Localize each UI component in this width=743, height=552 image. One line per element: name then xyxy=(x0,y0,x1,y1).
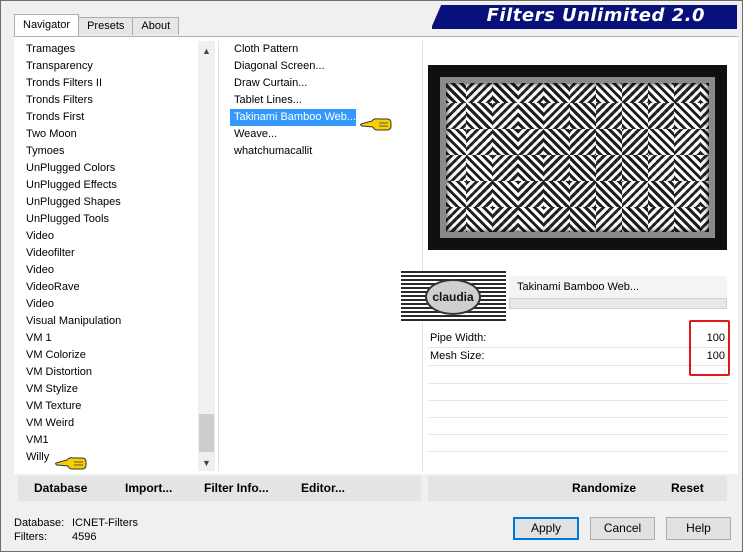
title-banner-underline xyxy=(432,26,737,29)
param-label: Pipe Width: xyxy=(430,332,487,344)
watermark-logo: claudia xyxy=(401,271,506,323)
param-mesh-size[interactable]: Mesh Size: 100 xyxy=(428,348,727,366)
help-button[interactable]: Help xyxy=(666,517,731,540)
scroll-thumb[interactable] xyxy=(199,414,214,452)
category-item[interactable]: UnPlugged Tools xyxy=(18,211,198,228)
database-button[interactable]: Database xyxy=(34,476,87,501)
category-item[interactable]: Video xyxy=(18,262,198,279)
editor-button[interactable]: Editor... xyxy=(301,476,345,501)
category-item[interactable]: UnPlugged Shapes xyxy=(18,194,198,211)
filter-item[interactable]: Draw Curtain... xyxy=(230,75,307,92)
cancel-button[interactable]: Cancel xyxy=(590,517,655,540)
category-item[interactable]: VM Colorize xyxy=(18,347,198,364)
category-item[interactable]: Tronds Filters II xyxy=(18,75,198,92)
logo-text: claudia xyxy=(425,279,481,315)
database-value: ICNET-Filters xyxy=(72,517,138,529)
filter-row: whatchumacallit xyxy=(230,143,420,160)
filter-item-selected[interactable]: Takinami Bamboo Web... xyxy=(230,109,357,126)
param-slot-empty xyxy=(428,434,727,435)
category-item[interactable]: Visual Manipulation xyxy=(18,313,198,330)
tab-presets[interactable]: Presets xyxy=(78,17,134,35)
tab-strip: Navigator Presets About xyxy=(14,14,180,36)
app-title: Filters Unlimited 2.0 xyxy=(486,5,705,26)
pointing-hand-icon xyxy=(55,457,87,470)
param-slot-empty xyxy=(428,451,727,452)
category-item[interactable]: UnPlugged Effects xyxy=(18,177,198,194)
category-item[interactable]: Video xyxy=(18,228,198,245)
param-pipe-width[interactable]: Pipe Width: 100 xyxy=(428,330,727,348)
values-highlight-box xyxy=(689,320,730,376)
reset-button[interactable]: Reset xyxy=(671,476,704,501)
category-list[interactable]: Tramages Transparency Tronds Filters II Tro… xyxy=(18,41,198,471)
category-item[interactable]: VM Distortion xyxy=(18,364,198,381)
param-slot-empty xyxy=(428,400,727,401)
category-item[interactable]: Transparency xyxy=(18,58,198,75)
tab-about[interactable]: About xyxy=(132,17,180,35)
filter-name: Takinami Bamboo Web... xyxy=(517,281,640,293)
filter-info-button[interactable]: Filter Info... xyxy=(204,476,269,501)
category-item[interactable]: VideoRave xyxy=(18,279,198,296)
category-item[interactable]: VM1 xyxy=(18,432,198,449)
preview-divider xyxy=(422,41,423,471)
category-item[interactable]: Two Moon xyxy=(18,126,198,143)
filter-preview xyxy=(428,65,727,250)
category-item[interactable]: VM 1 xyxy=(18,330,198,347)
category-item[interactable]: VM Texture xyxy=(18,398,198,415)
randomize-button[interactable]: Randomize xyxy=(572,476,636,501)
filter-item[interactable]: Weave... xyxy=(230,126,277,143)
category-item[interactable]: Video xyxy=(18,296,198,313)
tab-navigator[interactable]: Navigator xyxy=(14,14,80,36)
category-item[interactable]: Videofilter xyxy=(18,245,198,262)
category-item[interactable]: Willy xyxy=(18,449,198,466)
scroll-up-arrow-icon[interactable]: ▲ xyxy=(198,43,215,60)
category-item[interactable]: UnPlugged Colors xyxy=(18,160,198,177)
category-item[interactable]: Tymoes xyxy=(18,143,198,160)
param-label: Mesh Size: xyxy=(430,350,485,362)
category-item[interactable]: Tronds Filters xyxy=(18,92,198,109)
category-item[interactable]: Tramages xyxy=(18,41,198,58)
category-item[interactable]: Tronds First xyxy=(18,109,198,126)
apply-button[interactable]: Apply xyxy=(513,517,579,540)
param-slot-empty xyxy=(428,417,727,418)
category-item[interactable]: VM Stylize xyxy=(18,381,198,398)
filter-row: Tablet Lines... xyxy=(230,92,420,109)
list-divider xyxy=(218,41,219,471)
filter-row: Cloth Pattern xyxy=(230,41,420,58)
filter-row: Diagonal Screen... xyxy=(230,58,420,75)
scroll-down-arrow-icon[interactable]: ▼ xyxy=(198,455,215,472)
filter-item[interactable]: Tablet Lines... xyxy=(230,92,302,109)
filter-item[interactable]: whatchumacallit xyxy=(230,143,312,160)
category-item[interactable]: VM Weird xyxy=(18,415,198,432)
filters-count: 4596 xyxy=(72,531,97,543)
database-label: Database: xyxy=(14,517,65,529)
filter-progress-bar xyxy=(509,298,727,309)
filter-item[interactable]: Cloth Pattern xyxy=(230,41,298,58)
param-slot-empty xyxy=(428,383,727,384)
category-scrollbar[interactable]: ▲ ▼ xyxy=(198,41,215,471)
preview-image xyxy=(440,77,715,238)
title-banner: Filters Unlimited 2.0 xyxy=(432,5,737,26)
filter-row: Draw Curtain... xyxy=(230,75,420,92)
filter-item[interactable]: Diagonal Screen... xyxy=(230,58,325,75)
pointing-hand-icon xyxy=(360,118,392,131)
import-button[interactable]: Import... xyxy=(125,476,172,501)
filters-label: Filters: xyxy=(14,531,47,543)
filter-name-box: Takinami Bamboo Web... xyxy=(509,276,727,299)
